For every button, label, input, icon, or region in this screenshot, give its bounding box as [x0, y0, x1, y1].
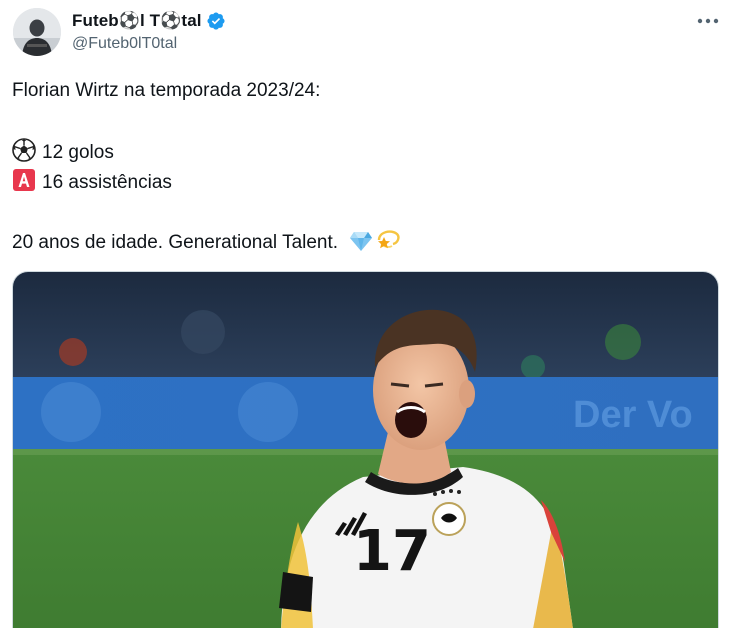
- tweet-text-line: Florian Wirtz na temporada 2023/24:: [12, 80, 321, 101]
- tweet-photo[interactable]: Der Vo 17: [12, 271, 719, 628]
- assists-text: 16 assistências: [42, 172, 172, 193]
- tweet-goals-line: 12 golos: [12, 138, 114, 170]
- tweet-assists-line: 16 assistências: [12, 168, 172, 200]
- more-options-icon[interactable]: [693, 8, 723, 34]
- author-handle[interactable]: @Futeb0lT0tal: [72, 35, 177, 53]
- letter-a-icon: [12, 168, 36, 200]
- tweet-text-line: 20 anos de idade. Generational Talent.: [12, 228, 407, 260]
- tweet-card[interactable]: Futeb⚽l T⚽tal @Futeb0lT0tal Florian Wirt…: [0, 0, 743, 628]
- gem-icon: [349, 230, 373, 260]
- avatar[interactable]: [13, 8, 61, 56]
- verified-badge-icon: [206, 11, 226, 31]
- soccer-ball-icon: [12, 138, 36, 170]
- dizzy-star-icon: [375, 228, 401, 260]
- author-display-name[interactable]: Futeb⚽l T⚽tal: [72, 11, 202, 31]
- jersey-number: 17: [353, 519, 431, 584]
- tweet-talent-text: 20 anos de idade. Generational Talent.: [12, 232, 339, 253]
- goals-text: 12 golos: [42, 142, 114, 163]
- svg-text:Der Vo: Der Vo: [573, 394, 693, 436]
